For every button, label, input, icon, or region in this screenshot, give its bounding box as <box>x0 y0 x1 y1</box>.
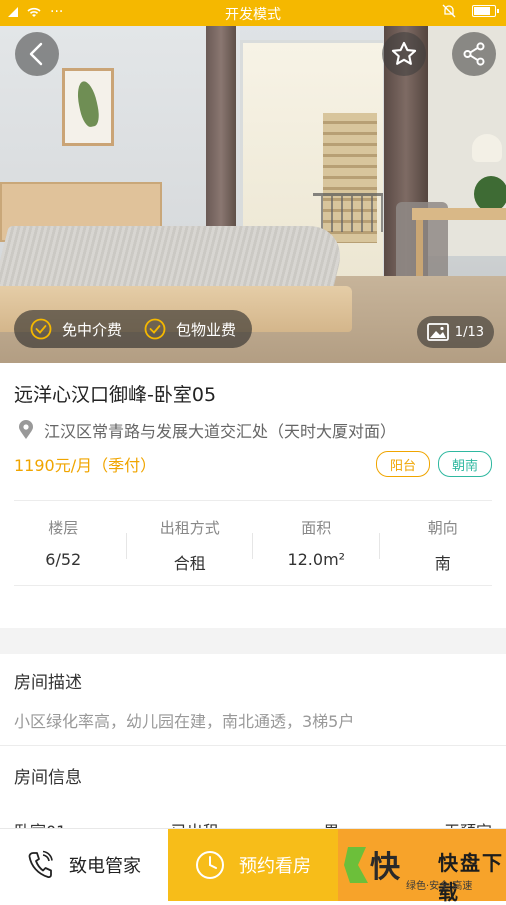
photo-counter-text: 1/13 <box>455 325 484 340</box>
back-icon <box>27 42 47 66</box>
section-gap <box>0 628 506 654</box>
listing-title: 远洋心汉口御峰-卧室05 <box>14 380 216 407</box>
badge-balcony: 阳台 <box>376 451 430 477</box>
call-label: 致电管家 <box>69 852 141 878</box>
address-text: 江汉区常青路与发展大道交汇处（天时大厦对面） <box>44 418 396 442</box>
clock-icon <box>195 850 225 880</box>
listing-badges: 阳台 朝南 <box>376 451 492 477</box>
room-photo[interactable]: 免中介费 包物业费 1/13 <box>0 26 506 363</box>
status-title: 开发模式 <box>0 4 506 24</box>
listing-price: 1190元/月（季付） <box>14 452 156 476</box>
book-label: 预约看房 <box>239 852 311 878</box>
bottom-action-bar: 致电管家 预约看房 快 快盘下载 绿色·安全·高速 <box>0 828 506 901</box>
svg-text:快: 快 <box>370 850 401 885</box>
stat-label: 面积 <box>253 517 380 538</box>
share-icon <box>461 41 487 67</box>
battery-icon <box>472 5 496 17</box>
location-pin-icon <box>18 420 34 440</box>
photo-icon <box>427 323 449 341</box>
wall-picture <box>62 68 114 146</box>
back-button[interactable] <box>15 32 59 76</box>
description-text: 小区绿化率高，幼儿园在建，南北通透，3梯5户 <box>14 708 354 732</box>
watermark: 快 快盘下载 绿色·安全·高速 <box>338 829 506 901</box>
photo-counter[interactable]: 1/13 <box>417 316 494 348</box>
stat-value: 南 <box>380 550 506 574</box>
check-circle-icon <box>30 318 52 340</box>
phone-icon <box>27 850 53 880</box>
watermark-main: 快盘下载 <box>438 847 506 905</box>
divider <box>14 500 492 501</box>
book-viewing-button[interactable]: 预约看房 <box>168 829 338 901</box>
tag-property-fee-included: 包物业费 <box>144 318 236 340</box>
call-manager-button[interactable]: 致电管家 <box>0 829 168 901</box>
mute-bell-icon <box>442 4 456 18</box>
stat-label: 楼层 <box>0 517 127 538</box>
stat-value: 6/52 <box>0 550 127 569</box>
watermark-sub: 绿色·安全·高速 <box>406 877 472 892</box>
stat-label: 出租方式 <box>127 517 254 538</box>
stat-area: 面积 12.0m² <box>253 505 380 583</box>
room-info-title: 房间信息 <box>14 763 82 788</box>
room-stats: 楼层 6/52 出租方式 合租 面积 12.0m² 朝向 南 <box>0 505 506 583</box>
check-circle-icon <box>144 318 166 340</box>
divider <box>0 745 506 746</box>
stat-value: 合租 <box>127 550 254 574</box>
favorite-button[interactable] <box>382 32 426 76</box>
stat-floor: 楼层 6/52 <box>0 505 127 583</box>
stat-label: 朝向 <box>380 517 506 538</box>
tag-no-agency-fee: 免中介费 <box>30 318 122 340</box>
divider <box>14 585 492 586</box>
listing-address[interactable]: 江汉区常青路与发展大道交汇处（天时大厦对面） <box>18 418 396 442</box>
star-icon <box>390 40 418 68</box>
feature-tags: 免中介费 包物业费 <box>14 310 252 348</box>
watermark-logo: 快 <box>344 841 404 889</box>
stat-orientation: 朝向 南 <box>380 505 506 583</box>
tag-label: 包物业费 <box>176 319 236 340</box>
stat-value: 12.0m² <box>253 550 380 569</box>
description-title: 房间描述 <box>14 668 82 693</box>
status-bar: ··· 开发模式 <box>0 0 506 26</box>
tag-label: 免中介费 <box>62 319 122 340</box>
share-button[interactable] <box>452 32 496 76</box>
badge-south-facing: 朝南 <box>438 451 492 477</box>
stat-rental-type: 出租方式 合租 <box>127 505 254 583</box>
